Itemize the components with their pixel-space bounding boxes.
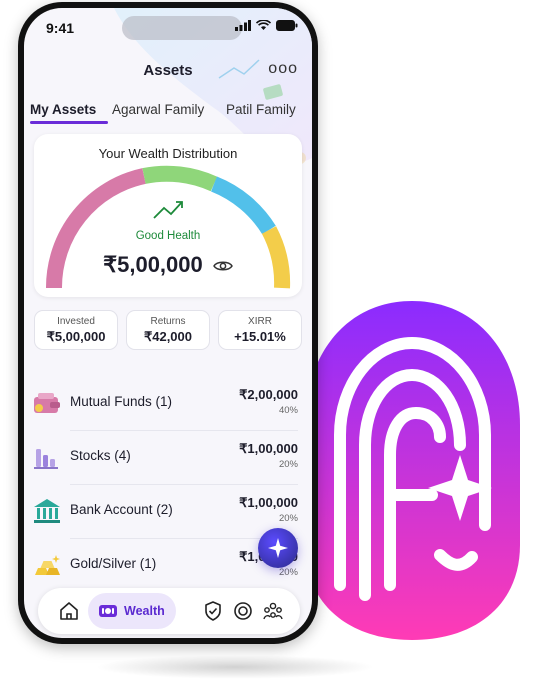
- summary-stats: Invested ₹5,00,000 Returns ₹42,000 XIRR …: [34, 310, 302, 350]
- total-wealth-amount: ₹5,00,000: [34, 252, 302, 278]
- asset-row-mutual-funds[interactable]: Mutual Funds (1) ₹2,00,000 40%: [24, 377, 312, 431]
- asset-percent: 20%: [278, 459, 298, 470]
- wealth-distribution-card: Your Wealth Distribution Good Health ₹5,…: [34, 134, 302, 297]
- asset-amount: ₹1,00,000: [239, 495, 298, 510]
- asset-amount: ₹1,00,000: [239, 441, 298, 456]
- active-tab-indicator: [30, 121, 108, 124]
- gold-bars-icon: [35, 555, 60, 575]
- gauge-segment-blue: [210, 176, 276, 235]
- asset-row-stocks[interactable]: Stocks (4) ₹1,00,000 20%: [24, 431, 312, 485]
- phone-shadow: [95, 655, 375, 679]
- bank-icon: [34, 499, 60, 523]
- invested-value: ₹5,00,000: [46, 329, 106, 344]
- brand-logo: [305, 301, 520, 640]
- returns-stat: Returns ₹42,000: [126, 310, 210, 350]
- home-icon[interactable]: [58, 600, 80, 622]
- xirr-label: XIRR: [248, 316, 272, 327]
- trend-up-icon: [153, 201, 183, 219]
- asset-percent: 20%: [278, 567, 298, 578]
- status-time: 9:41: [46, 20, 75, 36]
- nav-wealth-tab[interactable]: Wealth: [88, 593, 176, 629]
- app-screen: 9:41 Assets ooo My Assets Agarwal Family…: [24, 8, 312, 638]
- tab-my-assets[interactable]: My Assets: [30, 102, 96, 117]
- tab-patil-family[interactable]: Patil Family: [226, 102, 296, 117]
- total-wealth-value: ₹5,00,000: [103, 252, 203, 277]
- asset-amount: ₹2,00,000: [239, 387, 298, 402]
- asset-name: Stocks (4): [70, 448, 131, 463]
- sparkle-icon: [268, 538, 288, 558]
- wifi-icon: [256, 20, 271, 30]
- dynamic-island: [122, 16, 242, 40]
- asset-name: Bank Account (2): [70, 502, 173, 517]
- bottom-navigation: Wealth: [38, 588, 300, 634]
- battery-icon: [276, 20, 298, 31]
- tab-agarwal-family[interactable]: Agarwal Family: [112, 102, 204, 117]
- xirr-stat: XIRR +15.01%: [218, 310, 302, 350]
- health-status-label: Good Health: [135, 230, 201, 242]
- asset-name: Gold/Silver (1): [70, 556, 157, 571]
- status-icons: [235, 20, 298, 31]
- invested-label: Invested: [57, 316, 95, 327]
- asset-percent: 20%: [278, 513, 298, 524]
- nav-wealth-label: Wealth: [124, 604, 165, 618]
- wallet-icon: [34, 393, 60, 413]
- returns-value: ₹42,000: [143, 329, 193, 344]
- asset-name: Mutual Funds (1): [70, 394, 173, 409]
- more-options-icon[interactable]: ooo: [268, 60, 298, 78]
- gauge-segment-green: [142, 165, 218, 192]
- phone-frame: 9:41 Assets ooo My Assets Agarwal Family…: [18, 2, 318, 644]
- card-title: Your Wealth Distribution: [98, 146, 238, 161]
- family-icon[interactable]: [262, 600, 284, 622]
- asset-percent: 40%: [278, 405, 298, 416]
- xirr-value: +15.01%: [234, 329, 286, 344]
- bar-chart-icon: [34, 449, 58, 469]
- returns-label: Returns: [150, 316, 186, 327]
- ai-assistant-button[interactable]: [258, 528, 298, 568]
- shield-check-icon[interactable]: [202, 600, 224, 622]
- top-bar: Assets ooo: [24, 56, 312, 86]
- family-tabs: My Assets Agarwal Family Patil Family: [24, 98, 312, 128]
- signal-icon: [235, 20, 251, 31]
- wealth-icon: [99, 605, 117, 617]
- eye-icon[interactable]: [212, 259, 233, 273]
- invested-stat: Invested ₹5,00,000: [34, 310, 118, 350]
- status-bar: 9:41: [24, 8, 312, 48]
- target-icon[interactable]: [232, 600, 254, 622]
